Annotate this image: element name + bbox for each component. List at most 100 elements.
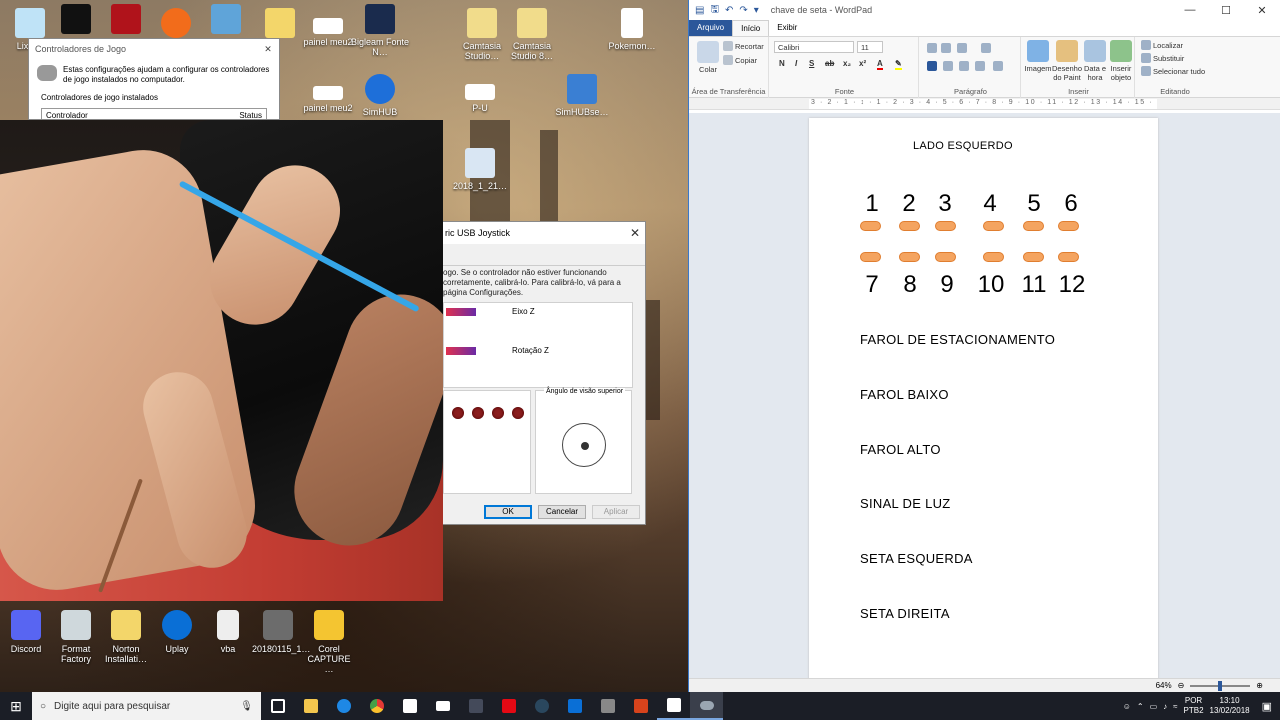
decrease-indent-icon[interactable] bbox=[927, 43, 937, 53]
zoom-in-icon[interactable]: ⊕ bbox=[1256, 681, 1263, 690]
underline-button[interactable]: S bbox=[809, 59, 814, 68]
taskbar-task-view[interactable] bbox=[261, 692, 294, 720]
paste-button[interactable]: Colar bbox=[695, 41, 721, 74]
taskbar-mail[interactable] bbox=[426, 692, 459, 720]
desktop-icon-corel[interactable]: Corel CAPTURE … bbox=[303, 610, 355, 674]
increase-indent-icon[interactable] bbox=[941, 43, 951, 53]
paint-drawing-button[interactable]: Desenho do Paint bbox=[1051, 40, 1083, 82]
paragraph-icon[interactable] bbox=[993, 61, 1003, 71]
taskbar-edge[interactable] bbox=[327, 692, 360, 720]
desktop-icon-painel-2[interactable]: painel meu2 bbox=[298, 86, 358, 113]
taskbar-store[interactable] bbox=[393, 692, 426, 720]
corel-capture-icon bbox=[314, 610, 344, 640]
volume-icon[interactable]: ♪ bbox=[1163, 702, 1167, 711]
desktop-icon-video-file[interactable]: 20180115_1… bbox=[252, 610, 310, 654]
desktop-icon-simhub[interactable]: SimHUB bbox=[350, 74, 410, 117]
superscript-button[interactable]: x² bbox=[859, 59, 866, 68]
bullets-icon[interactable] bbox=[957, 43, 967, 53]
tab-file[interactable]: Arquivo bbox=[689, 20, 733, 36]
save-icon[interactable]: 🖫 bbox=[710, 2, 719, 19]
datetime-button[interactable]: Data e hora bbox=[1083, 40, 1107, 82]
dialog-tabs bbox=[443, 244, 645, 266]
taskbar-chrome[interactable] bbox=[360, 692, 393, 720]
desktop-icon-2018[interactable]: 2018_1_21… bbox=[450, 148, 510, 191]
video-overlay bbox=[0, 120, 443, 601]
desktop-icon-discord[interactable]: Discord bbox=[0, 610, 52, 654]
font-name-select[interactable]: Calibri bbox=[774, 41, 854, 53]
taskbar-search[interactable]: ○ Digite aqui para pesquisar 🎙 bbox=[32, 692, 261, 720]
wifi-icon[interactable]: ≈ bbox=[1173, 702, 1177, 711]
show-hidden-icon[interactable]: ⌃ bbox=[1137, 702, 1144, 711]
desktop-icon-photo[interactable] bbox=[196, 4, 256, 37]
desktop-icon-uplay[interactable]: Uplay bbox=[151, 610, 203, 654]
taskbar-explorer[interactable] bbox=[294, 692, 327, 720]
desktop-icon-simhub-setup[interactable]: SimHUBse… bbox=[552, 74, 612, 117]
clock[interactable]: 13:10 13/02/2018 bbox=[1210, 696, 1250, 716]
people-icon[interactable]: ☺ bbox=[1123, 702, 1131, 711]
taskbar-steam[interactable] bbox=[525, 692, 558, 720]
align-right-icon[interactable] bbox=[959, 61, 969, 71]
strikethrough-button[interactable]: ab bbox=[825, 59, 834, 68]
notifications-icon[interactable]: ▣ bbox=[1262, 700, 1272, 713]
desktop-icon-label: vba bbox=[220, 644, 236, 654]
close-icon[interactable]: ✕ bbox=[1244, 4, 1280, 17]
font-size-select[interactable]: 11 bbox=[857, 41, 883, 53]
start-button[interactable]: ⊞ bbox=[0, 692, 32, 720]
align-center-icon[interactable] bbox=[943, 61, 953, 71]
taskbar-wordpad[interactable] bbox=[657, 692, 690, 720]
align-left-icon[interactable] bbox=[927, 61, 937, 71]
tab-home[interactable]: Início bbox=[732, 20, 770, 36]
desktop-icon-pokemon[interactable]: Pokemon… bbox=[602, 8, 662, 51]
font-color-button[interactable]: A bbox=[877, 59, 883, 70]
maximize-icon[interactable]: ☐ bbox=[1208, 4, 1244, 17]
taskbar-uplay[interactable] bbox=[558, 692, 591, 720]
subscript-button[interactable]: x₂ bbox=[843, 59, 851, 68]
insert-object-button[interactable]: Inserir objeto bbox=[1107, 40, 1135, 82]
redo-icon[interactable]: ↷ bbox=[739, 5, 747, 16]
desktop-icon-painel[interactable]: painel meu2 bbox=[298, 18, 358, 47]
taskbar-joystick[interactable] bbox=[690, 692, 723, 720]
zoom-slider-thumb[interactable] bbox=[1218, 680, 1223, 691]
italic-button[interactable]: I bbox=[795, 59, 797, 68]
highlight-button[interactable]: ✎ bbox=[895, 59, 902, 70]
zoom-out-icon[interactable]: ⊖ bbox=[1178, 681, 1185, 690]
connector-number: 2 bbox=[902, 190, 916, 217]
taskbar-netflix[interactable] bbox=[492, 692, 525, 720]
cut-button[interactable]: Recortar bbox=[723, 41, 764, 51]
desktop-icon-vba[interactable]: vba bbox=[202, 610, 254, 654]
apply-button[interactable]: Aplicar bbox=[592, 505, 640, 519]
desktop-icon-camtasia-8[interactable]: Camtasia Studio 8… bbox=[502, 8, 562, 61]
desktop-icon-format-factory[interactable]: Format Factory bbox=[50, 610, 102, 664]
replace-button[interactable]: Substituir bbox=[1141, 53, 1184, 63]
minimize-icon[interactable]: — bbox=[1172, 4, 1208, 17]
find-button[interactable]: Localizar bbox=[1141, 40, 1183, 50]
justify-icon[interactable] bbox=[975, 61, 985, 71]
select-all-button[interactable]: Selecionar tudo bbox=[1141, 66, 1205, 76]
font-group: Calibri 11 N I S ab x₂ x² A ✎ Fonte bbox=[771, 37, 919, 98]
microphone-icon[interactable]: 🎙 bbox=[240, 701, 253, 712]
cancel-button[interactable]: Cancelar bbox=[538, 505, 586, 519]
copy-button[interactable]: Copiar bbox=[723, 55, 757, 65]
desktop-icon-norton[interactable]: Norton Installati… bbox=[100, 610, 152, 664]
recycle-bin-icon bbox=[15, 8, 45, 38]
ok-button[interactable]: OK bbox=[484, 505, 532, 519]
taskbar-app2[interactable] bbox=[591, 692, 624, 720]
language-indicator[interactable]: POR PTB2 bbox=[1184, 696, 1204, 716]
desktop-icon-pu[interactable]: P-U bbox=[450, 84, 510, 113]
tab-view[interactable]: Exibir bbox=[769, 20, 805, 36]
bold-button[interactable]: N bbox=[779, 59, 785, 68]
undo-icon[interactable]: ↶ bbox=[725, 5, 733, 16]
document-page[interactable]: LADO ESQUERDO 1 2 3 4 5 6 7 8 9 10 11 12… bbox=[809, 118, 1158, 678]
close-icon[interactable]: ✕ bbox=[625, 226, 645, 240]
image-button[interactable]: Imagem bbox=[1024, 40, 1052, 73]
close-icon[interactable]: ✕ bbox=[257, 44, 279, 55]
taskbar-app[interactable] bbox=[459, 692, 492, 720]
paste-label: Colar bbox=[699, 65, 717, 74]
connector-pin bbox=[1023, 221, 1044, 231]
network-icon[interactable]: ▭ bbox=[1150, 702, 1158, 711]
zoom-slider[interactable] bbox=[1190, 680, 1251, 691]
taskbar-corel[interactable] bbox=[624, 692, 657, 720]
customize-qa-icon[interactable]: ▾ bbox=[754, 5, 759, 16]
line-spacing-icon[interactable] bbox=[981, 43, 991, 53]
desktop-icon-bigleam[interactable]: Bigleam Fonte N… bbox=[350, 4, 410, 57]
